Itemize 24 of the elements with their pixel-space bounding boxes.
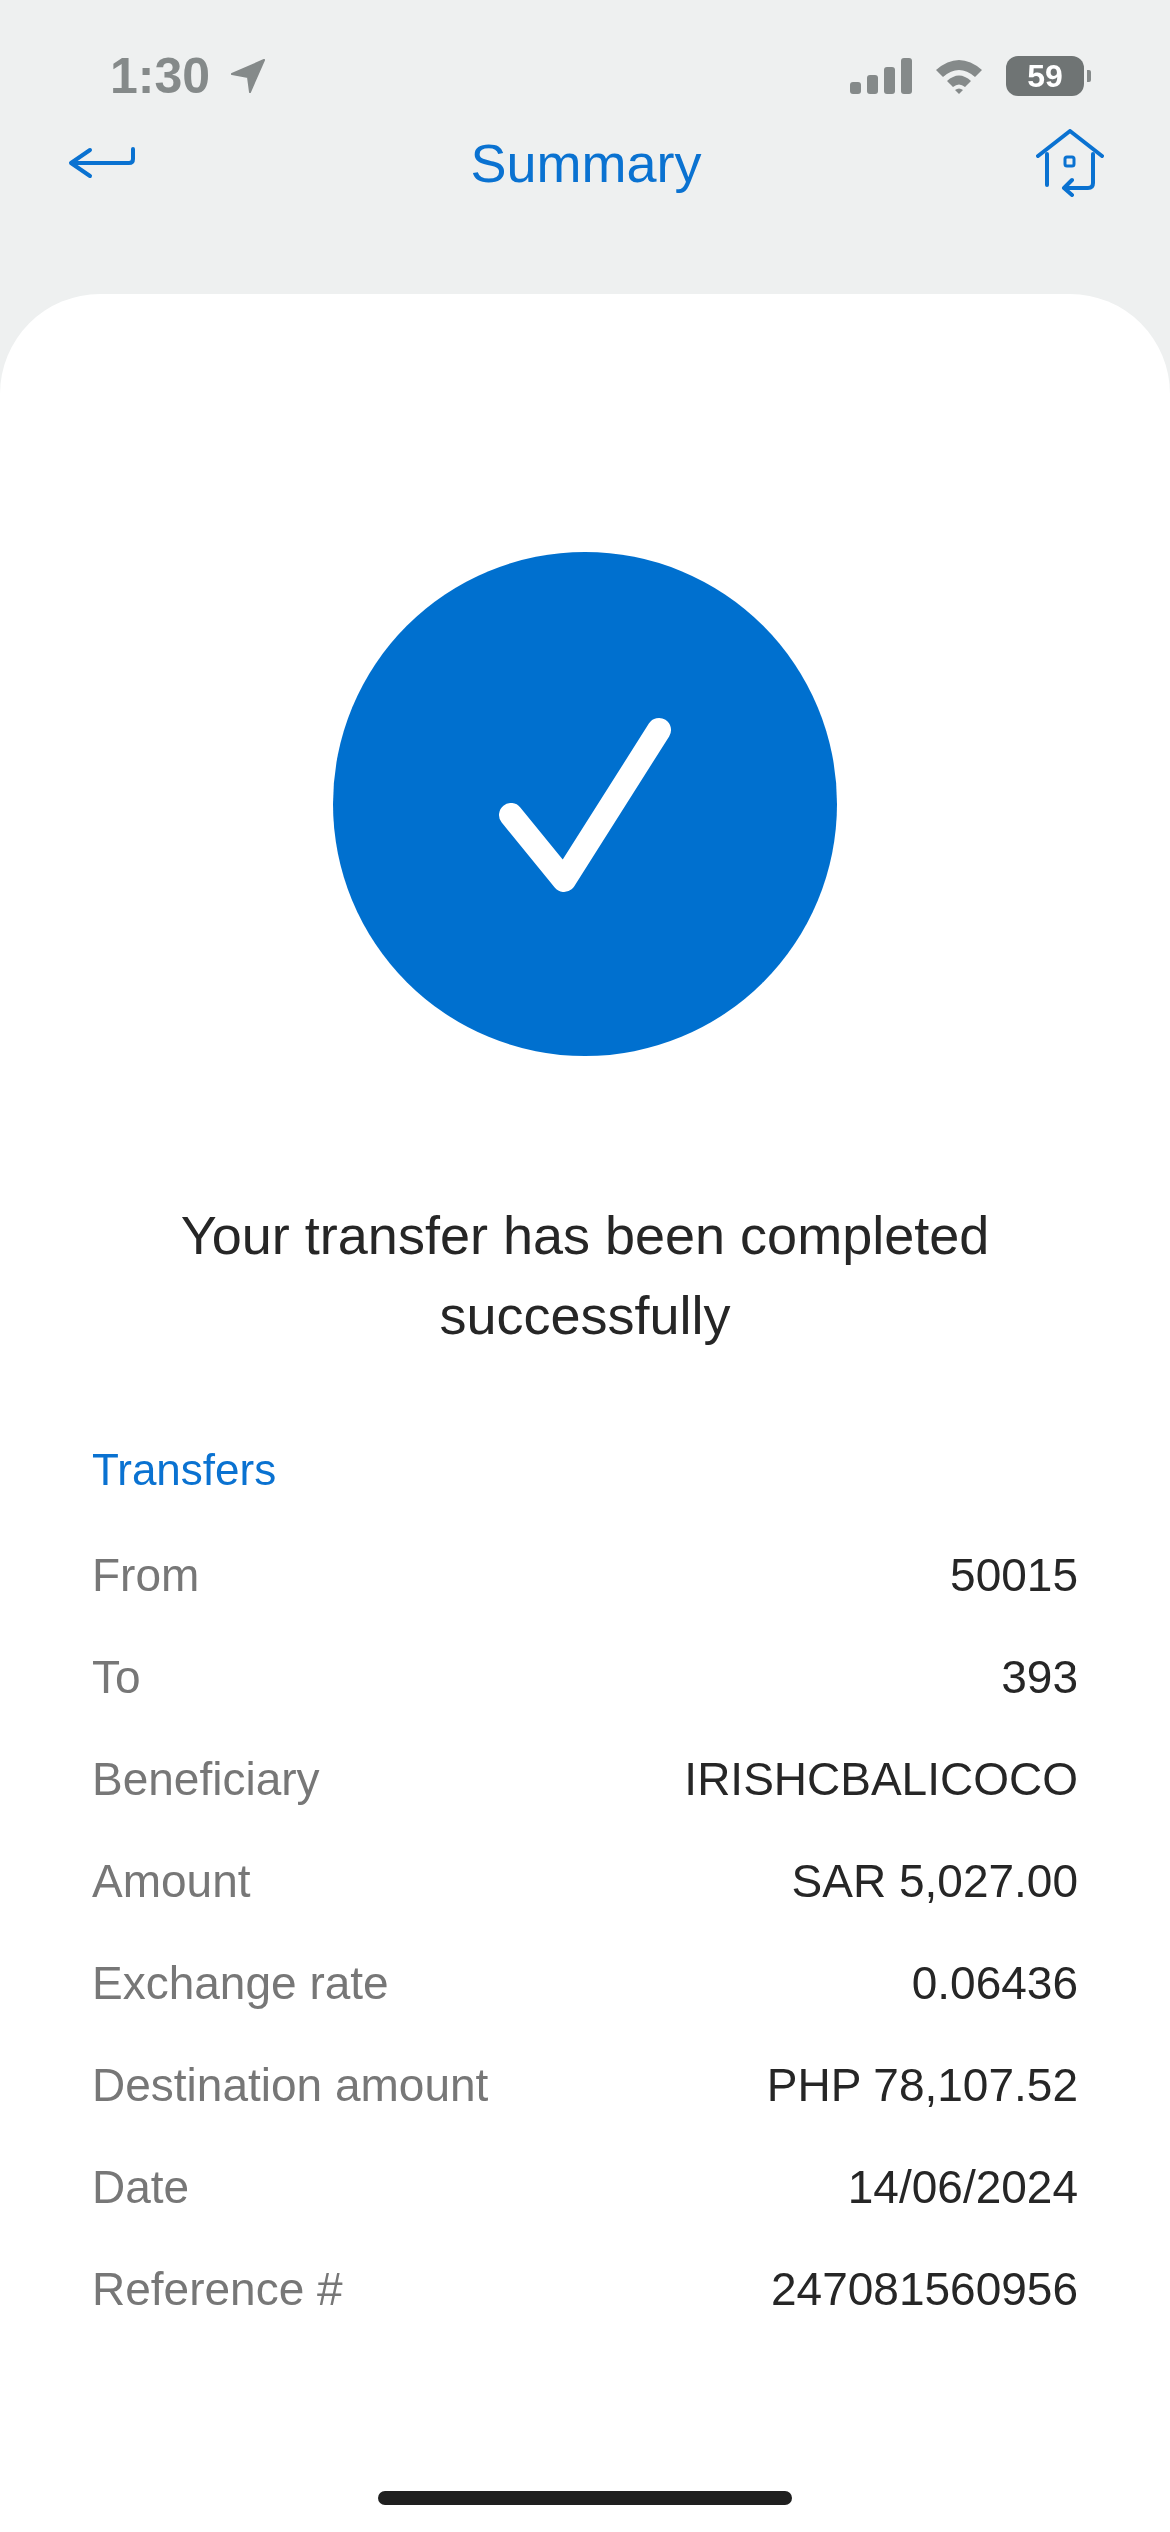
wifi-icon <box>934 58 984 94</box>
location-arrow-icon <box>230 58 267 94</box>
detail-label: Amount <box>92 1858 251 1904</box>
detail-value: 393 <box>1001 1654 1078 1700</box>
detail-label: Reference # <box>92 2266 343 2312</box>
status-time: 1:30 <box>110 51 211 101</box>
detail-value: IRISHCBALICOCO <box>684 1756 1078 1802</box>
detail-value: 0.06436 <box>911 1960 1078 2006</box>
detail-value: SAR 5,027.00 <box>791 1858 1078 1904</box>
home-icon[interactable] <box>1036 129 1104 197</box>
success-message: Your transfer has been completed successfully <box>179 1204 991 1347</box>
detail-value: 14/06/2024 <box>847 2164 1078 2210</box>
detail-value: 50015 <box>950 1552 1078 1598</box>
battery-percentage: 59 <box>1006 56 1084 96</box>
detail-label: Destination amount <box>92 2062 489 2108</box>
detail-value: 247081560956 <box>771 2266 1078 2312</box>
detail-label: From <box>92 1552 200 1598</box>
detail-value: PHP 78,107.52 <box>766 2062 1078 2108</box>
back-button[interactable] <box>66 146 136 180</box>
detail-label: Date <box>92 2164 190 2210</box>
section-title: Transfers <box>92 1444 277 1496</box>
signal-icon <box>850 58 912 94</box>
detail-label: To <box>92 1654 141 1700</box>
success-check-icon <box>333 552 837 1056</box>
